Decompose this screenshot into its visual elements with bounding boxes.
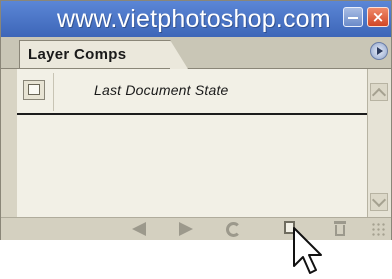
tab-label: Layer Comps: [28, 46, 127, 63]
previous-icon[interactable]: [129, 220, 151, 238]
list-item[interactable]: Last Document State: [17, 69, 367, 115]
title-bar[interactable]: www.vietphotoshop.com ×: [1, 1, 391, 37]
vertical-scrollbar[interactable]: [367, 69, 391, 217]
tab-row: Layer Comps: [1, 37, 391, 69]
resize-grip[interactable]: [371, 222, 387, 236]
list-item-label: Last Document State: [94, 82, 229, 98]
next-icon[interactable]: [175, 220, 197, 238]
bottom-toolbar: [1, 217, 391, 240]
mouse-cursor-icon: [293, 227, 322, 274]
layer-comps-panel: www.vietphotoshop.com × Layer Comps Last…: [0, 0, 392, 240]
close-icon: ×: [371, 8, 385, 26]
layer-comps-list: Last Document State: [17, 69, 367, 217]
tab-layer-comps[interactable]: Layer Comps: [19, 40, 188, 69]
minimize-button[interactable]: [343, 7, 363, 27]
close-button[interactable]: ×: [367, 7, 389, 27]
row-divider: [53, 73, 54, 111]
panel-menu-button[interactable]: [370, 42, 388, 60]
refresh-icon[interactable]: [222, 220, 244, 238]
watermark-text: www.vietphotoshop.com: [57, 5, 331, 33]
scroll-down-button[interactable]: [370, 193, 388, 211]
scroll-up-button[interactable]: [370, 83, 388, 101]
trash-icon[interactable]: [329, 220, 351, 238]
document-state-icon[interactable]: [23, 80, 45, 100]
